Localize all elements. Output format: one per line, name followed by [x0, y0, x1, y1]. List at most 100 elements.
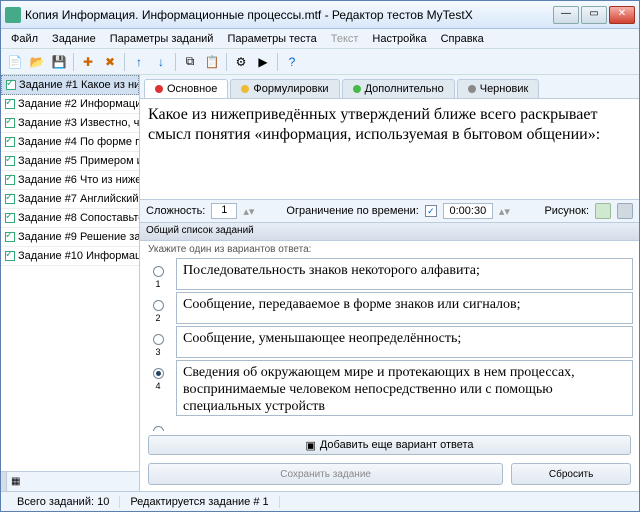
maximize-button[interactable]: ▭ — [581, 6, 607, 24]
task-item[interactable]: Задание #10 Информацию, излож — [1, 247, 139, 266]
app-window: Копия Информация. Информационные процесс… — [0, 0, 640, 512]
add-task-icon[interactable]: ✚ — [78, 52, 98, 72]
menu-test-params[interactable]: Параметры теста — [221, 31, 322, 47]
time-limit-input[interactable]: 0:00:30 — [443, 203, 493, 219]
tabs: Основное Формулировки Дополнительно Черн… — [140, 75, 639, 99]
status-editing: Редактируется задание # 1 — [120, 496, 279, 508]
answer-number: 2 — [155, 313, 160, 323]
titlebar: Копия Информация. Информационные процесс… — [1, 1, 639, 29]
answer-text[interactable]: Последовательность знаков некоторого алф… — [176, 258, 633, 290]
task-item[interactable]: Задание #5 Примером информаци — [1, 152, 139, 171]
paste-icon[interactable]: 📋 — [202, 52, 222, 72]
check-icon — [5, 137, 15, 147]
answer-number: 3 — [155, 347, 160, 357]
complexity-label: Сложность: — [146, 205, 205, 217]
task-item[interactable]: Задание #9 Решение задачи по на — [1, 228, 139, 247]
task-item[interactable]: Задание #4 По форме представле — [1, 133, 139, 152]
check-icon — [5, 194, 15, 204]
menu-file[interactable]: Файл — [5, 31, 44, 47]
check-icon — [5, 99, 15, 109]
statusbar: Всего заданий: 10 Редактируется задание … — [1, 491, 639, 511]
check-icon — [6, 80, 16, 90]
check-icon — [5, 251, 15, 261]
answer-row: 3 Сообщение, уменьшающее неопределённость… — [146, 326, 633, 358]
tab-formulations[interactable]: Формулировки — [230, 79, 339, 98]
task-list: Задание #1 Какое из нижепри Задание #2 Ин… — [1, 75, 139, 471]
answer-radio[interactable] — [153, 368, 164, 379]
task-label: Задание #2 Информацию, отража — [18, 98, 139, 110]
complexity-input[interactable]: 1 — [211, 203, 237, 219]
settings-icon[interactable]: ⚙ — [231, 52, 251, 72]
answers-container: 1 Последовательность знаков некоторого ал… — [140, 258, 639, 431]
new-icon[interactable]: 📄 — [5, 52, 25, 72]
main-panel: Основное Формулировки Дополнительно Черн… — [140, 75, 639, 491]
picture-add-button[interactable] — [595, 203, 611, 219]
save-icon[interactable]: 💾 — [49, 52, 69, 72]
minimize-button[interactable]: — — [553, 6, 579, 24]
answer-radio[interactable] — [153, 266, 164, 277]
menu-task-params[interactable]: Параметры заданий — [104, 31, 220, 47]
copy-icon[interactable]: ⧉ — [180, 52, 200, 72]
question-text[interactable]: Какое из нижеприведённых утверждений бли… — [140, 99, 639, 199]
menu-task[interactable]: Задание — [46, 31, 102, 47]
add-answer-button[interactable]: ▣Добавить еще вариант ответа — [148, 435, 631, 455]
answer-row: 4 Сведения об окружающем мире и протекающ… — [146, 360, 633, 416]
menu-settings[interactable]: Настройка — [366, 31, 432, 47]
answer-hint: Укажите один из вариантов ответа: — [140, 241, 639, 258]
check-icon — [5, 156, 15, 166]
toolbar: 📄 📂 💾 ✚ ✖ ↑ ↓ ⧉ 📋 ⚙ ▶ ? — [1, 49, 639, 75]
move-up-icon[interactable]: ↑ — [129, 52, 149, 72]
tab-main[interactable]: Основное — [144, 79, 228, 98]
task-label: Задание #8 Сопоставьте информ — [18, 212, 139, 224]
preview-icon[interactable]: ▶ — [253, 52, 273, 72]
help-icon[interactable]: ? — [282, 52, 302, 72]
sidebar-footer: ▦ — [1, 471, 139, 491]
sidebar: Задание #1 Какое из нижепри Задание #2 Ин… — [1, 75, 140, 491]
status-total: Всего заданий: 10 — [7, 496, 120, 508]
answer-number: 4 — [155, 381, 160, 391]
task-label: Задание #3 Известно, что наибо — [18, 117, 139, 129]
check-icon — [5, 213, 15, 223]
reset-button[interactable]: Сбросить — [511, 463, 631, 485]
answer-number: 1 — [155, 279, 160, 289]
tab-extra[interactable]: Дополнительно — [342, 79, 455, 98]
task-label: Задание #1 Какое из нижепри — [19, 79, 139, 91]
answer-text[interactable] — [176, 418, 633, 426]
window-title: Копия Информация. Информационные процесс… — [25, 8, 553, 22]
answer-radio[interactable] — [153, 426, 164, 431]
params-row: Сложность: 1 ▴▾ Ограничение по времени: … — [140, 199, 639, 223]
move-down-icon[interactable]: ↓ — [151, 52, 171, 72]
task-item[interactable]: Задание #1 Какое из нижепри — [1, 75, 139, 95]
answer-text[interactable]: Сообщение, передаваемое в форме знаков и… — [176, 292, 633, 324]
picture-view-button[interactable] — [617, 203, 633, 219]
open-icon[interactable]: 📂 — [27, 52, 47, 72]
task-item[interactable]: Задание #3 Известно, что наибо — [1, 114, 139, 133]
answer-text[interactable]: Сообщение, уменьшающее неопределённость; — [176, 326, 633, 358]
menu-help[interactable]: Справка — [435, 31, 490, 47]
answer-row: 1 Последовательность знаков некоторого ал… — [146, 258, 633, 290]
delete-task-icon[interactable]: ✖ — [100, 52, 120, 72]
task-item[interactable]: Задание #2 Информацию, отража — [1, 95, 139, 114]
save-task-button[interactable]: Сохранить задание — [148, 463, 503, 485]
check-icon — [5, 175, 15, 185]
check-icon — [5, 118, 15, 128]
task-item[interactable]: Задание #6 Что из ниже перечисл — [1, 171, 139, 190]
answer-radio[interactable] — [153, 300, 164, 311]
answer-radio[interactable] — [153, 334, 164, 345]
tab-draft[interactable]: Черновик — [457, 79, 540, 98]
answer-text[interactable]: Сведения об окружающем мире и протекающи… — [176, 360, 633, 416]
picture-label: Рисунок: — [544, 205, 589, 217]
answer-row: 5 — [146, 418, 633, 431]
close-button[interactable]: ✕ — [609, 6, 635, 24]
task-item[interactable]: Задание #7 Английский язык нож — [1, 190, 139, 209]
check-icon — [5, 232, 15, 242]
menubar: Файл Задание Параметры заданий Параметры… — [1, 29, 639, 49]
task-label: Задание #7 Английский язык нож — [18, 193, 139, 205]
answer-row: 2 Сообщение, передаваемое в форме знаков … — [146, 292, 633, 324]
app-icon — [5, 7, 21, 23]
task-list-header: Общий список заданий — [140, 223, 639, 241]
time-limit-checkbox[interactable]: ✓ — [425, 205, 437, 217]
task-item[interactable]: Задание #8 Сопоставьте информ — [1, 209, 139, 228]
time-limit-label: Ограничение по времени: — [286, 205, 418, 217]
menu-text: Текст — [325, 31, 365, 47]
